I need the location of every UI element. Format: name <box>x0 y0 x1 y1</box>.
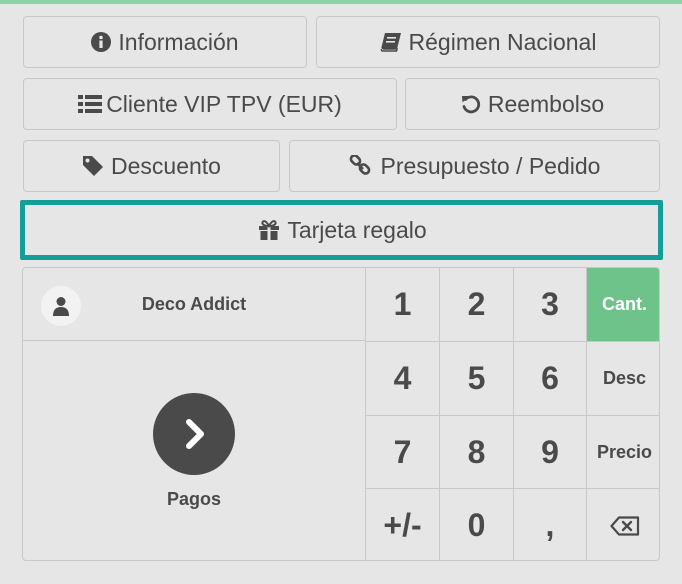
mode-quantity-button[interactable]: Cant. <box>587 268 659 342</box>
numpad-key-0[interactable]: 0 <box>440 489 514 560</box>
numpad-key-2[interactable]: 2 <box>440 268 514 342</box>
fiscal-position-label: Régimen Nacional <box>408 28 597 55</box>
fiscal-position-button[interactable]: Régimen Nacional <box>316 16 660 68</box>
numpad: 1 2 3 Cant. 4 5 6 Desc 7 8 9 Precio +/- … <box>365 268 659 560</box>
numpad-key-8[interactable]: 8 <box>440 416 514 489</box>
pricelist-button[interactable]: Cliente VIP TPV (EUR) <box>23 78 397 130</box>
list-icon <box>78 94 103 114</box>
numpad-key-3[interactable]: 3 <box>514 268 587 342</box>
discount-button[interactable]: Descuento <box>23 140 280 192</box>
quotation-label: Presupuesto / Pedido <box>380 152 601 179</box>
quotation-button[interactable]: Presupuesto / Pedido <box>289 140 660 192</box>
gift-card-button[interactable]: Tarjeta regalo <box>27 205 658 255</box>
link-icon <box>349 155 371 177</box>
tag-icon <box>82 155 104 177</box>
gift-card-label: Tarjeta regalo <box>287 216 427 243</box>
payment-label: Pagos <box>166 489 222 509</box>
discount-label: Descuento <box>111 152 221 179</box>
backspace-button[interactable] <box>587 489 659 560</box>
mode-price-button[interactable]: Precio <box>587 416 659 489</box>
numpad-key-1[interactable]: 1 <box>366 268 440 342</box>
action-pad: Deco Addict Pagos 1 2 3 Cant. 4 5 6 Desc… <box>22 267 660 561</box>
chevron-right-icon <box>153 393 235 475</box>
mode-discount-button[interactable]: Desc <box>587 342 659 416</box>
info-button[interactable]: Información <box>23 16 307 68</box>
undo-icon <box>461 94 481 114</box>
pricelist-label: Cliente VIP TPV (EUR) <box>106 90 342 117</box>
customer-name: Deco Addict <box>141 294 247 314</box>
refund-button[interactable]: Reembolso <box>405 78 660 130</box>
book-icon <box>380 32 402 52</box>
numpad-key-7[interactable]: 7 <box>366 416 440 489</box>
numpad-key-5[interactable]: 5 <box>440 342 514 416</box>
info-button-label: Información <box>118 28 239 55</box>
numpad-key-plus-minus[interactable]: +/- <box>366 489 440 560</box>
numpad-key-4[interactable]: 4 <box>366 342 440 416</box>
numpad-key-9[interactable]: 9 <box>514 416 587 489</box>
info-circle-icon <box>91 32 112 52</box>
payment-button[interactable]: Pagos <box>23 341 365 560</box>
customer-button[interactable]: Deco Addict <box>23 268 365 341</box>
gift-icon <box>258 220 280 240</box>
backspace-icon <box>609 507 640 544</box>
numpad-key-decimal[interactable]: , <box>514 489 587 560</box>
numpad-key-6[interactable]: 6 <box>514 342 587 416</box>
top-accent-line <box>0 0 682 4</box>
refund-label: Reembolso <box>487 90 605 117</box>
